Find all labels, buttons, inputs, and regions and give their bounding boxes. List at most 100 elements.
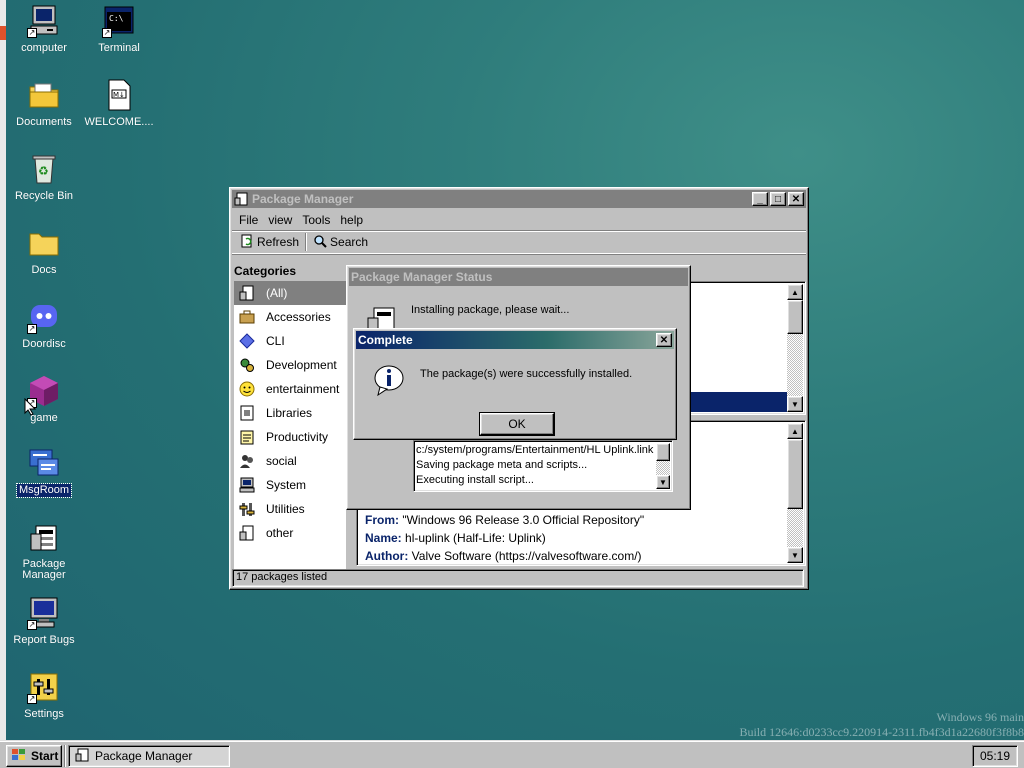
scroll-up-button[interactable]: ▲ [787, 423, 803, 439]
details-scrollbar[interactable]: ▲ ▼ [787, 423, 803, 563]
category-social[interactable]: social [234, 449, 346, 473]
category-label: Accessories [266, 310, 331, 324]
desktop-icon-label: Terminal [98, 42, 140, 54]
complete-message: The package(s) were successfully install… [420, 368, 633, 380]
folder-icon [27, 226, 61, 260]
toolbar-separator [305, 233, 308, 251]
ok-button[interactable]: OK [479, 412, 555, 436]
notepad-icon [238, 428, 256, 446]
category-libraries[interactable]: Libraries [234, 401, 346, 425]
desktop-icon-welcome[interactable]: M↓ WELCOME.... [81, 78, 157, 129]
mouse-cursor-icon [24, 397, 37, 419]
desktop-icon-doordisc[interactable]: ↗ Doordisc [6, 300, 82, 351]
menu-help[interactable]: help [335, 213, 368, 227]
desktop-icon-terminal[interactable]: C:\ ↗ Terminal [81, 4, 157, 55]
log-scrollbar[interactable]: ▼ [656, 443, 670, 489]
complete-dialog: Complete ✕ The package(s) were successfu… [353, 328, 677, 440]
shortcut-arrow-icon: ↗ [27, 694, 37, 704]
search-button[interactable]: Search [309, 232, 372, 252]
desktop-icon-label: Report Bugs [13, 634, 75, 646]
package-manager-icon [27, 520, 61, 554]
status-bar: 17 packages listed [232, 569, 804, 587]
log-line: c:/system/programs/Entertainment/HL Upli… [416, 444, 654, 456]
category-entertainment[interactable]: entertainment [234, 377, 346, 401]
scroll-down-button[interactable]: ▼ [656, 475, 670, 489]
desktop-icon-label: Recycle Bin [14, 190, 74, 202]
complete-dialog-titlebar[interactable]: Complete ✕ [356, 331, 674, 349]
desktop-icon-label: WELCOME.... [84, 116, 154, 128]
taskbar-separator [64, 745, 66, 767]
log-line: Saving package meta and scripts... [416, 459, 588, 471]
menu-tools[interactable]: Tools [297, 213, 335, 227]
discord-icon: ↗ [27, 300, 61, 334]
desktop-icon-game[interactable]: ↗ game [6, 374, 82, 425]
tools-icon [238, 500, 256, 518]
shortcut-arrow-icon: ↗ [102, 28, 112, 38]
box-icon [238, 524, 256, 542]
desktop-icon-msgroom[interactable]: MsgRoom [6, 446, 82, 498]
category-accessories[interactable]: Accessories [234, 305, 346, 329]
category-productivity[interactable]: Productivity [234, 425, 346, 449]
scroll-thumb[interactable] [787, 300, 803, 334]
category-label: Utilities [266, 502, 305, 516]
desktop-icon-label: Settings [24, 708, 64, 720]
start-button[interactable]: Start [6, 745, 62, 767]
desktop-icon-package-manager[interactable]: Package Manager [6, 520, 82, 582]
desktop-icon-report-bugs[interactable]: ↗ Report Bugs [6, 596, 82, 647]
desktop-icon-computer[interactable]: ↗ computer [6, 4, 82, 55]
settings-icon: ↗ [27, 670, 61, 704]
watermark-line: Build 12646:d0233cc9.220914-2311.fb4f3d1… [739, 725, 1024, 739]
desktop-icon-docs[interactable]: Docs [6, 226, 82, 277]
info-icon [372, 363, 406, 400]
scroll-up-button[interactable]: ▲ [787, 284, 803, 300]
category-system[interactable]: System [234, 473, 346, 497]
scroll-down-button[interactable]: ▼ [787, 547, 803, 563]
computer-icon [238, 476, 256, 494]
shortcut-arrow-icon: ↗ [27, 28, 37, 38]
scroll-thumb[interactable] [656, 443, 670, 461]
desktop-icon-recycle-bin[interactable]: ♻ Recycle Bin [6, 152, 82, 203]
taskbar-item-label: Package Manager [95, 749, 193, 763]
package-manager-icon [75, 748, 89, 765]
category-all[interactable]: (All) [234, 281, 346, 305]
package-manager-titlebar[interactable]: Package Manager _ □ ✕ [232, 190, 806, 208]
build-watermark: Windows 96 main Build 12646:d0233cc9.220… [739, 710, 1024, 740]
complete-dialog-title: Complete [358, 333, 413, 347]
menubar: File view Tools help [230, 210, 808, 230]
category-utilities[interactable]: Utilities [234, 497, 346, 521]
category-development[interactable]: Development [234, 353, 346, 377]
maximize-button[interactable]: □ [770, 192, 786, 206]
category-label: entertainment [266, 382, 340, 396]
categories-title: Categories [234, 264, 297, 278]
markdown-file-icon: M↓ [102, 78, 136, 112]
status-dialog-title: Package Manager Status [351, 270, 493, 284]
desktop-icon-documents[interactable]: Documents [6, 78, 82, 129]
taskbar: Start Package Manager 05:19 [0, 740, 1024, 768]
category-cli[interactable]: CLI [234, 329, 346, 353]
menu-file[interactable]: File [234, 213, 263, 227]
detail-name: Name: hl-uplink (Half-Life: Uplink) [365, 531, 546, 545]
refresh-button[interactable]: Refresh [236, 232, 303, 252]
minimize-button[interactable]: _ [752, 192, 768, 206]
desktop-icon-label: Doordisc [22, 338, 66, 350]
close-button[interactable]: ✕ [788, 192, 804, 206]
shortcut-arrow-icon: ↗ [27, 324, 37, 334]
computer-icon: ↗ [27, 4, 61, 38]
scroll-thumb[interactable] [787, 439, 803, 509]
watermark-line: Windows 96 main [936, 710, 1024, 724]
menu-view[interactable]: view [263, 213, 297, 227]
install-log: c:/system/programs/Entertainment/HL Upli… [413, 440, 673, 492]
package-list-scrollbar[interactable]: ▲ ▼ [787, 284, 803, 412]
scroll-down-button[interactable]: ▼ [787, 396, 803, 412]
status-dialog-titlebar[interactable]: Package Manager Status [349, 268, 688, 286]
refresh-label: Refresh [257, 235, 300, 249]
detail-author: Author: Valve Software (https://valvesof… [365, 549, 642, 563]
taskbar-item-package-manager[interactable]: Package Manager [68, 745, 230, 767]
category-other[interactable]: other [234, 521, 346, 545]
desktop-icon-settings[interactable]: ↗ Settings [6, 670, 82, 721]
categories-list: (All) Accessories CLI Development entert… [234, 281, 346, 571]
recycle-bin-icon: ♻ [27, 152, 61, 186]
shortcut-arrow-icon: ↗ [27, 620, 37, 630]
close-button[interactable]: ✕ [656, 333, 672, 347]
category-label: other [266, 526, 294, 540]
